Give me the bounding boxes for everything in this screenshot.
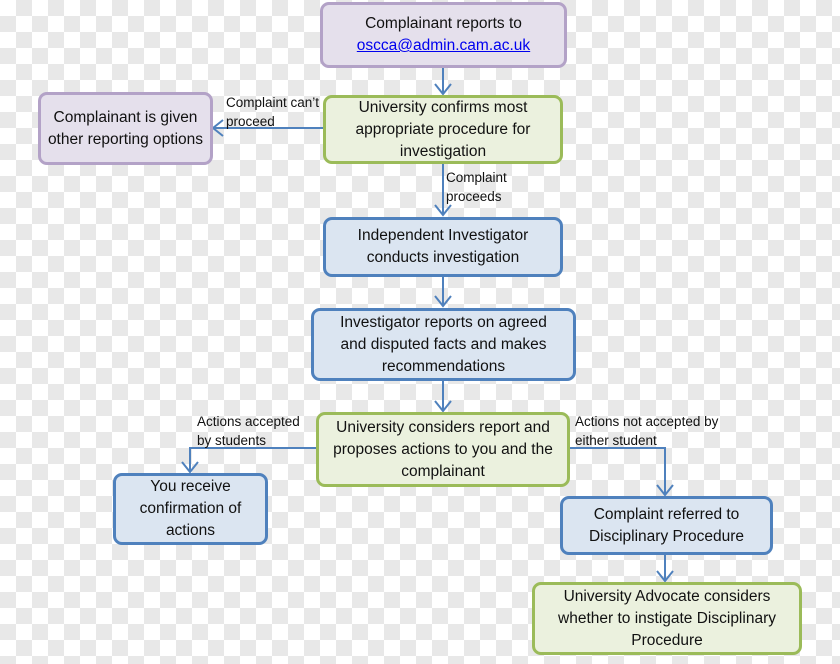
node-text: You receive confirmation of actions — [139, 478, 242, 539]
arrow-reports-to-considers — [434, 380, 452, 413]
node-university-confirms: University confirms most appropriate pro… — [323, 95, 563, 164]
node-text: University considers report and proposes… — [333, 418, 553, 480]
node-text: University Advocate considers whether to… — [558, 587, 776, 649]
arrow-referred-to-advocate — [656, 554, 674, 583]
edge-label-accepted: Actions accepted by students — [197, 414, 300, 448]
node-confirmation-of-actions: You receive confirmation of actions — [113, 473, 268, 545]
node-text: Complainant reports to — [365, 15, 522, 32]
node-text: Investigator reports on agreed and dispu… — [340, 313, 547, 375]
node-other-options: Complainant is given other reporting opt… — [38, 92, 213, 165]
arrow-considers-to-confirmation — [181, 447, 316, 474]
arrow-report-to-confirm — [434, 67, 452, 96]
node-text: Independent Investigator conducts invest… — [357, 227, 529, 266]
node-text: University confirms most appropriate pro… — [355, 98, 531, 160]
arrow-considers-to-referred — [569, 447, 674, 497]
node-text: Complaint referred to Disciplinary Proce… — [588, 505, 745, 545]
node-referred-disciplinary: Complaint referred to Disciplinary Proce… — [560, 496, 773, 555]
node-university-advocate: University Advocate considers whether to… — [532, 582, 802, 655]
node-text: Complainant is given other reporting opt… — [47, 108, 204, 148]
edge-label-not-accepted: Actions not accepted by either student — [575, 414, 719, 448]
email-link[interactable]: oscca@admin.cam.ac.uk — [357, 35, 530, 57]
arrow-investigator-to-reports — [434, 276, 452, 308]
node-university-considers: University considers report and proposes… — [316, 412, 570, 487]
node-complainant-reports: Complainant reports to oscca@admin.cam.a… — [320, 2, 567, 68]
node-independent-investigator: Independent Investigator conducts invest… — [323, 217, 563, 277]
edge-label-proceeds: Complaint proceeds — [446, 170, 507, 204]
edge-label-cant-proceed: Complaint can’t proceed — [226, 95, 320, 129]
node-investigator-reports: Investigator reports on agreed and dispu… — [311, 308, 576, 381]
